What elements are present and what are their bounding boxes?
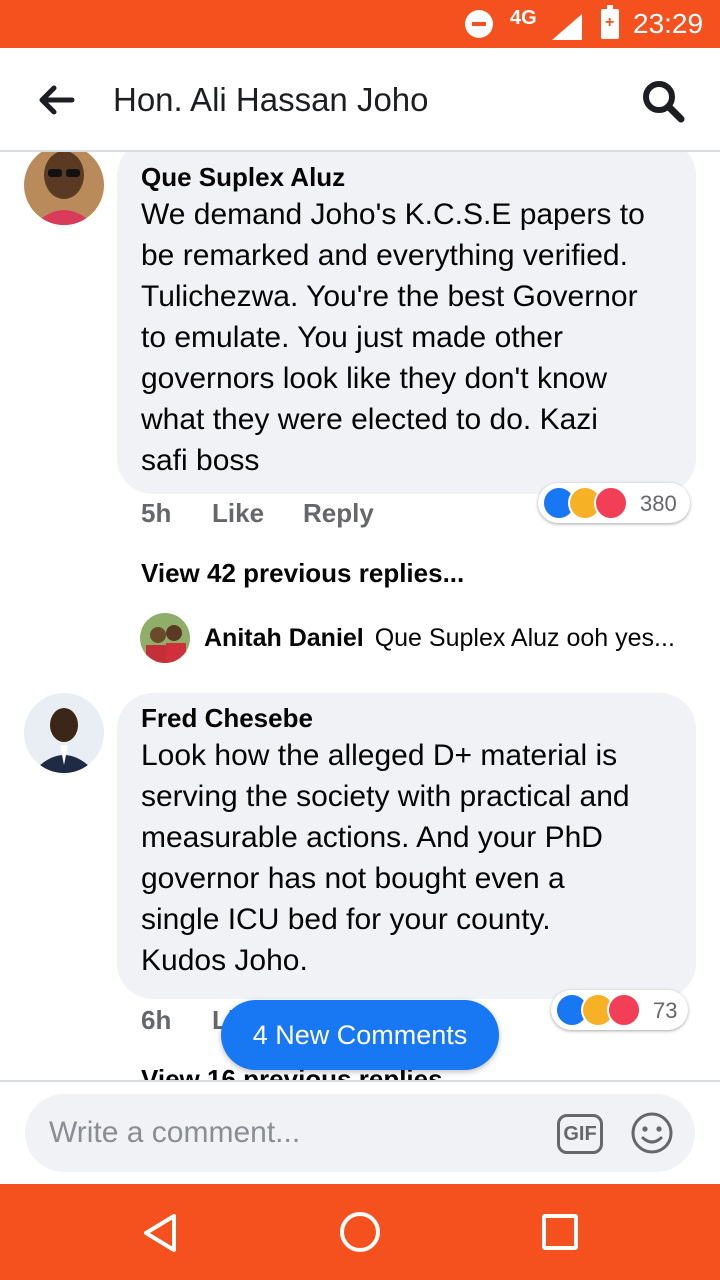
comment-composer: Write a comment... GIF: [0, 1080, 720, 1184]
comments-list[interactable]: Que Suplex Aluz We demand Joho's K.C.S.E…: [0, 152, 720, 1080]
reaction-summary[interactable]: 380: [538, 483, 690, 523]
nav-recents-icon[interactable]: [542, 1214, 578, 1250]
gif-button[interactable]: GIF: [557, 1114, 603, 1154]
comment-text-line: what they were elected to do. Kazi: [141, 403, 598, 436]
comment-text-line: to emulate. You just made other: [141, 321, 563, 354]
comment-text-line: Tulichezwa. You're the best Governor: [141, 280, 638, 313]
page-title: Hon. Ali Hassan Joho: [113, 81, 429, 118]
search-button[interactable]: [638, 76, 688, 126]
reaction-count: 73: [653, 998, 678, 1023]
avatar-image: [24, 152, 104, 225]
reply-preview[interactable]: Anitah Daniel Que Suplex Aluz ooh yes...: [204, 624, 675, 653]
do-not-disturb-icon: [465, 10, 493, 38]
nav-back-icon: [144, 1214, 176, 1252]
signal-icon: [552, 14, 582, 40]
comment-text-line: serving the society with practical and: [141, 780, 630, 813]
reply-author[interactable]: Anitah Daniel: [204, 624, 364, 652]
avatar[interactable]: [140, 613, 190, 663]
avatar[interactable]: [24, 152, 104, 225]
avatar-image: [140, 613, 190, 663]
back-button[interactable]: [34, 78, 78, 122]
search-icon: [643, 81, 685, 123]
comment-text-line: Kudos Joho.: [141, 944, 308, 977]
status-bar: 4G + 23:29: [0, 0, 720, 48]
love-reaction-icon: [594, 486, 628, 520]
system-navigation-bar: [0, 1184, 720, 1280]
love-reaction-icon: [607, 993, 641, 1027]
comment-text-line: be remarked and everything verified.: [141, 239, 628, 272]
like-button[interactable]: Like: [212, 498, 264, 529]
avatar[interactable]: [24, 693, 104, 773]
avatar-image: [24, 693, 104, 773]
top-app-bar: Hon. Ali Hassan Joho: [0, 48, 720, 152]
comment-text-line: measurable actions. And your PhD: [141, 821, 603, 854]
network-type: 4G: [510, 7, 537, 29]
comment-text-line: safi boss: [141, 444, 260, 477]
comment-text-line: single ICU bed for your county.: [141, 903, 551, 936]
nav-back-button[interactable]: [140, 1212, 182, 1254]
comment-bubble[interactable]: Que Suplex Aluz We demand Joho's K.C.S.E…: [117, 152, 696, 494]
reaction-count: 380: [640, 491, 677, 516]
comment-text-line: governors look like they don't know: [141, 362, 607, 395]
comment-time: 5h: [141, 498, 172, 528]
app-screen: 4G + 23:29 Hon. Ali Hassan Joho Que Supl…: [0, 0, 720, 1280]
reaction-summary[interactable]: 73: [551, 990, 688, 1030]
comment-input[interactable]: Write a comment... GIF: [25, 1094, 695, 1172]
battery-charging-icon: +: [601, 5, 619, 39]
comment-text: Look how the alleged D+ material is serv…: [141, 735, 672, 981]
nav-home-icon[interactable]: [340, 1212, 380, 1252]
status-time: 23:29: [633, 8, 704, 39]
comment-bubble[interactable]: Fred Chesebe Look how the alleged D+ mat…: [117, 693, 696, 999]
reply-button[interactable]: Reply: [303, 498, 374, 529]
view-previous-replies[interactable]: View 42 previous replies...: [141, 558, 464, 589]
comment-time: 6h: [141, 1005, 172, 1035]
smiley-icon: [631, 1112, 673, 1154]
comment-text-line: We demand Joho's K.C.S.E papers to: [141, 198, 645, 231]
comment-author[interactable]: Que Suplex Aluz: [141, 160, 672, 194]
comment-text-line: governor has not bought even a: [141, 862, 565, 895]
comment-input-placeholder: Write a comment...: [49, 1116, 301, 1149]
comment-text: We demand Joho's K.C.S.E papers to be re…: [141, 194, 672, 481]
arrow-left-icon: [39, 85, 75, 115]
comment-text-line: Look how the alleged D+ material is: [141, 739, 618, 772]
comment-author[interactable]: Fred Chesebe: [141, 701, 672, 735]
emoji-button[interactable]: [629, 1110, 675, 1156]
reply-text: Que Suplex Aluz ooh yes...: [374, 624, 675, 652]
new-comments-button[interactable]: 4 New Comments: [221, 1000, 499, 1070]
